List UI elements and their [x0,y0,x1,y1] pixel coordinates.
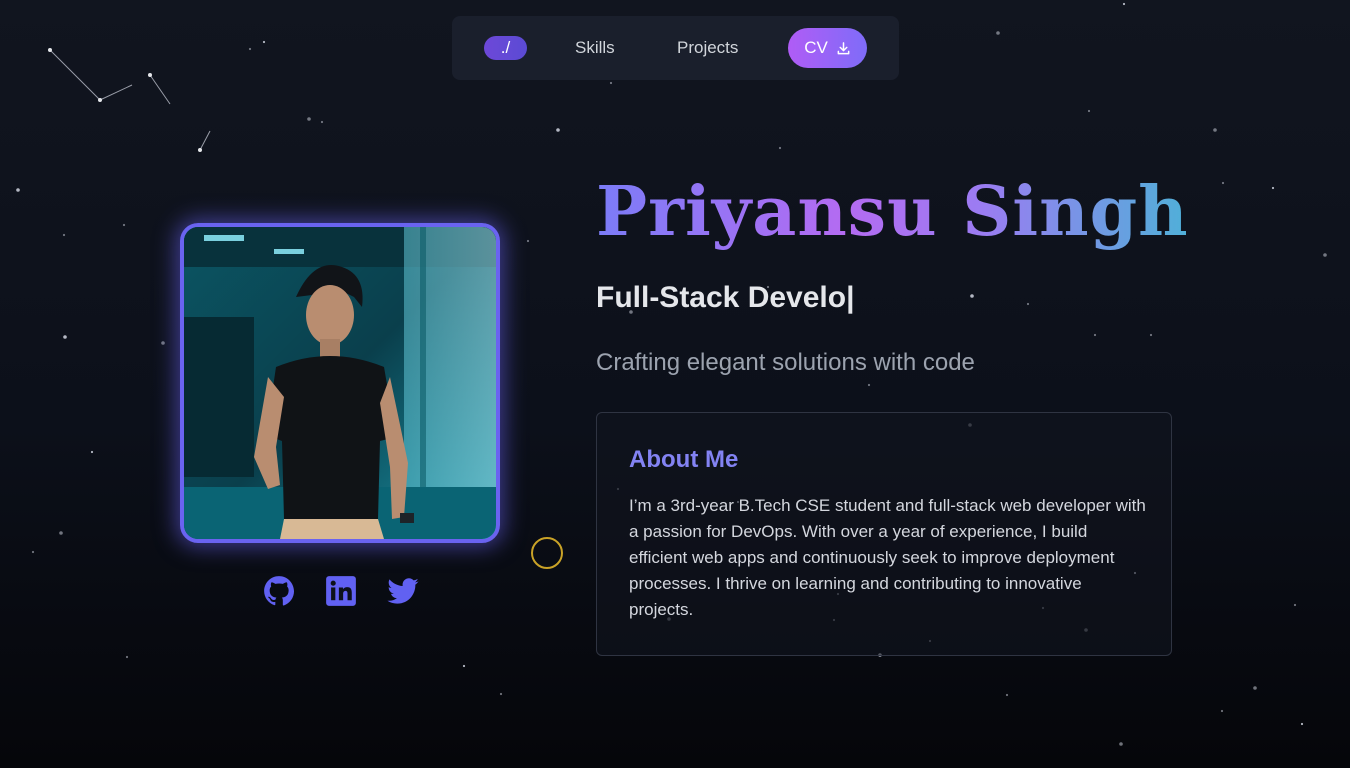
profile-photo [180,223,500,543]
star [609,81,613,85]
star [970,294,974,298]
star [63,335,67,339]
star [122,223,126,227]
star [59,531,63,535]
cv-download-button[interactable]: CV [788,28,867,68]
star [161,341,165,345]
about-text: I’m a 3rd-year B.Tech CSE student and fu… [629,496,1146,619]
star [320,120,324,124]
star [1221,181,1225,185]
star [1087,109,1091,113]
constellation-line [199,130,211,151]
star [1005,693,1009,697]
star [556,128,560,132]
cv-label: CV [804,38,828,57]
cursor-ring [531,537,563,569]
download-icon [837,41,850,54]
star [499,692,503,696]
star [1213,128,1217,132]
star [16,188,20,192]
nav-link-skills[interactable]: Skills [575,16,615,80]
star [778,146,782,150]
constellation-line [99,84,133,101]
twitter-icon[interactable] [386,574,420,608]
star [526,239,530,243]
star [1271,186,1275,190]
star [307,117,311,121]
nav-link-projects[interactable]: Projects [677,16,738,80]
star [1220,709,1224,713]
star [1026,302,1030,306]
github-icon[interactable] [262,574,296,608]
star [62,233,66,237]
star [1149,333,1153,337]
linkedin-icon[interactable] [324,574,358,608]
constellation-star [148,73,152,77]
star [262,40,266,44]
hero-tagline: Crafting elegant solutions with code [596,349,975,376]
constellation-star [48,48,52,52]
about-title: About Me [629,446,739,473]
star [867,383,871,387]
constellation-line [149,74,171,105]
social-links [262,574,422,608]
nav-home-button[interactable]: ./ [484,36,527,60]
star [1119,742,1123,746]
hero-name: Priyansu Singh [596,172,1189,252]
star [1323,253,1327,257]
star [31,550,35,554]
star [125,655,129,659]
star [90,450,94,454]
star [248,47,252,51]
star [1293,603,1297,607]
star [1300,722,1304,726]
star [1253,686,1257,690]
star [462,664,466,668]
top-navigation: ./ Skills Projects CV [452,16,899,80]
constellation-star [198,148,202,152]
hero-role: Full-Stack Develo| [596,281,855,314]
star [996,31,1000,35]
star [1093,333,1097,337]
constellation-star [98,98,102,102]
about-card: About Me I’m a 3rd-year B.Tech CSE stude… [596,412,1172,656]
constellation-line [49,49,101,101]
profile-photo-illustration [184,227,496,539]
star [1122,2,1126,6]
